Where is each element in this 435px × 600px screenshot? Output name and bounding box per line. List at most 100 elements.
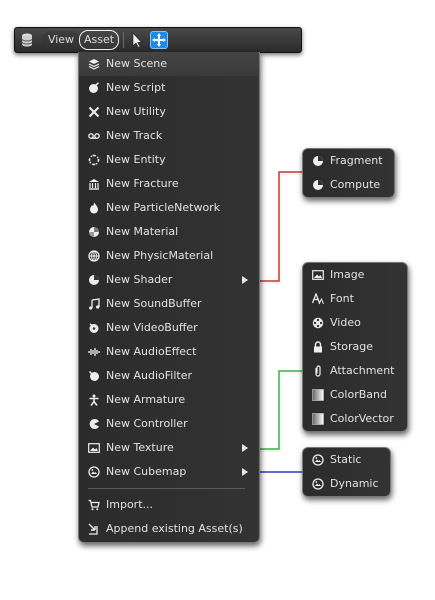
menu-item-new-scene[interactable]: New Scene: [79, 52, 259, 76]
menu-item-label: Import...: [106, 498, 153, 511]
tools-icon: [88, 106, 100, 118]
shader-submenu: Fragment Compute: [302, 148, 395, 198]
menu-item-new-utility[interactable]: New Utility: [79, 100, 259, 124]
menu-item-label: New Utility: [106, 105, 166, 118]
video-buffer-icon: [88, 322, 100, 334]
figure-icon: [88, 394, 100, 406]
music-note-icon: [88, 298, 100, 310]
menu-item-label: New VideoBuffer: [106, 321, 198, 334]
lock-icon: [312, 341, 324, 353]
menu-item-label: New Track: [106, 129, 163, 142]
submenu-item-label: Video: [330, 316, 361, 329]
texture-submenu: Image Font Video Storage Attachment Colo…: [302, 262, 408, 432]
menu-item-new-armature[interactable]: New Armature: [79, 388, 259, 412]
menu-item-label: New Fracture: [106, 177, 179, 190]
database-icon[interactable]: [18, 32, 36, 48]
menu-item-new-audiofilter[interactable]: New AudioFilter: [79, 364, 259, 388]
image-icon: [88, 442, 100, 454]
menu-item-new-controller[interactable]: New Controller: [79, 412, 259, 436]
menu-item-new-track[interactable]: New Track: [79, 124, 259, 148]
shader-icon: [88, 274, 100, 286]
menu-item-label: New Entity: [106, 153, 166, 166]
menu-item-label: New AudioEffect: [106, 345, 197, 358]
menu-item-label: New Cubemap: [106, 465, 187, 478]
gradient-icon: [312, 389, 324, 401]
submenu-arrow-icon: [242, 444, 248, 452]
font-icon: [312, 293, 324, 305]
layers-icon: [88, 58, 100, 70]
menu-item-new-script[interactable]: New Script: [79, 76, 259, 100]
submenu-item-label: Image: [330, 268, 365, 281]
submenu-item-fragment[interactable]: Fragment: [303, 149, 394, 173]
menu-divider: [88, 488, 245, 489]
menu-item-append-existing-assets[interactable]: Append existing Asset(s): [79, 517, 259, 541]
image-icon: [312, 269, 324, 281]
cursor-icon[interactable]: [129, 32, 145, 48]
tape-icon: [88, 130, 100, 142]
menu-item-label: New Shader: [106, 273, 173, 286]
menu-item-import[interactable]: Import...: [79, 493, 259, 517]
submenu-arrow-icon: [242, 276, 248, 284]
menu-item-label: New SoundBuffer: [106, 297, 202, 310]
menu-item-new-shader[interactable]: New Shader: [79, 268, 259, 292]
menu-item-new-entity[interactable]: New Entity: [79, 148, 259, 172]
menu-item-label: Append existing Asset(s): [106, 522, 243, 535]
submenu-arrow-icon: [242, 468, 248, 476]
submenu-item-storage[interactable]: Storage: [303, 335, 407, 359]
asset-menu-button[interactable]: Asset: [79, 30, 119, 50]
submenu-item-label: Fragment: [330, 154, 383, 167]
submenu-item-font[interactable]: Font: [303, 287, 407, 311]
menu-item-label: New AudioFilter: [106, 369, 192, 382]
material-icon: [88, 226, 100, 238]
pacman-icon: [88, 418, 100, 430]
submenu-item-label: Storage: [330, 340, 374, 353]
script-icon: [88, 82, 100, 94]
menu-item-new-particlenetwork[interactable]: New ParticleNetwork: [79, 196, 259, 220]
gradient-icon: [312, 413, 324, 425]
submenu-item-label: Attachment: [330, 364, 395, 377]
menu-item-new-soundbuffer[interactable]: New SoundBuffer: [79, 292, 259, 316]
submenu-item-dynamic[interactable]: Dynamic: [303, 472, 390, 496]
cubemap-icon: [312, 478, 324, 490]
cubemap-icon: [88, 466, 100, 478]
flame-icon: [88, 202, 100, 214]
view-menu-button[interactable]: View: [42, 31, 80, 49]
submenu-item-attachment[interactable]: Attachment: [303, 359, 407, 383]
menu-item-label: New Controller: [106, 417, 188, 430]
submenu-item-label: Static: [330, 453, 362, 466]
waveform-icon: [88, 346, 100, 358]
submenu-item-label: Font: [330, 292, 354, 305]
menu-item-new-cubemap[interactable]: New Cubemap: [79, 460, 259, 484]
submenu-item-label: Dynamic: [330, 477, 379, 490]
entity-icon: [88, 154, 100, 166]
globe-icon: [88, 250, 100, 262]
menu-item-new-physicmaterial[interactable]: New PhysicMaterial: [79, 244, 259, 268]
menu-item-label: New Scene: [106, 57, 168, 70]
menu-item-label: New PhysicMaterial: [106, 249, 214, 262]
menu-item-new-material[interactable]: New Material: [79, 220, 259, 244]
film-reel-icon: [312, 317, 324, 329]
menu-item-new-texture[interactable]: New Texture: [79, 436, 259, 460]
menu-item-label: New Material: [106, 225, 179, 238]
submenu-item-colorvector[interactable]: ColorVector: [303, 407, 407, 431]
shader-icon: [312, 179, 324, 191]
submenu-item-image[interactable]: Image: [303, 263, 407, 287]
audio-filter-icon: [88, 370, 100, 382]
menu-item-new-videobuffer[interactable]: New VideoBuffer: [79, 316, 259, 340]
toolbar: View Asset: [14, 27, 302, 53]
menu-item-label: New Texture: [106, 441, 174, 454]
menu-item-label: New Armature: [106, 393, 186, 406]
building-icon: [88, 178, 100, 190]
submenu-item-static[interactable]: Static: [303, 448, 390, 472]
submenu-item-video[interactable]: Video: [303, 311, 407, 335]
submenu-item-compute[interactable]: Compute: [303, 173, 394, 197]
paperclip-icon: [312, 365, 324, 377]
toolbar-separator: [123, 32, 124, 48]
menu-item-new-fracture[interactable]: New Fracture: [79, 172, 259, 196]
cart-import-icon: [88, 499, 100, 511]
move-icon[interactable]: [150, 31, 168, 49]
menu-item-new-audioeffect[interactable]: New AudioEffect: [79, 340, 259, 364]
cubemap-icon: [312, 454, 324, 466]
asset-menu: New Scene New Script New Utility New Tra…: [78, 52, 260, 543]
submenu-item-colorband[interactable]: ColorBand: [303, 383, 407, 407]
